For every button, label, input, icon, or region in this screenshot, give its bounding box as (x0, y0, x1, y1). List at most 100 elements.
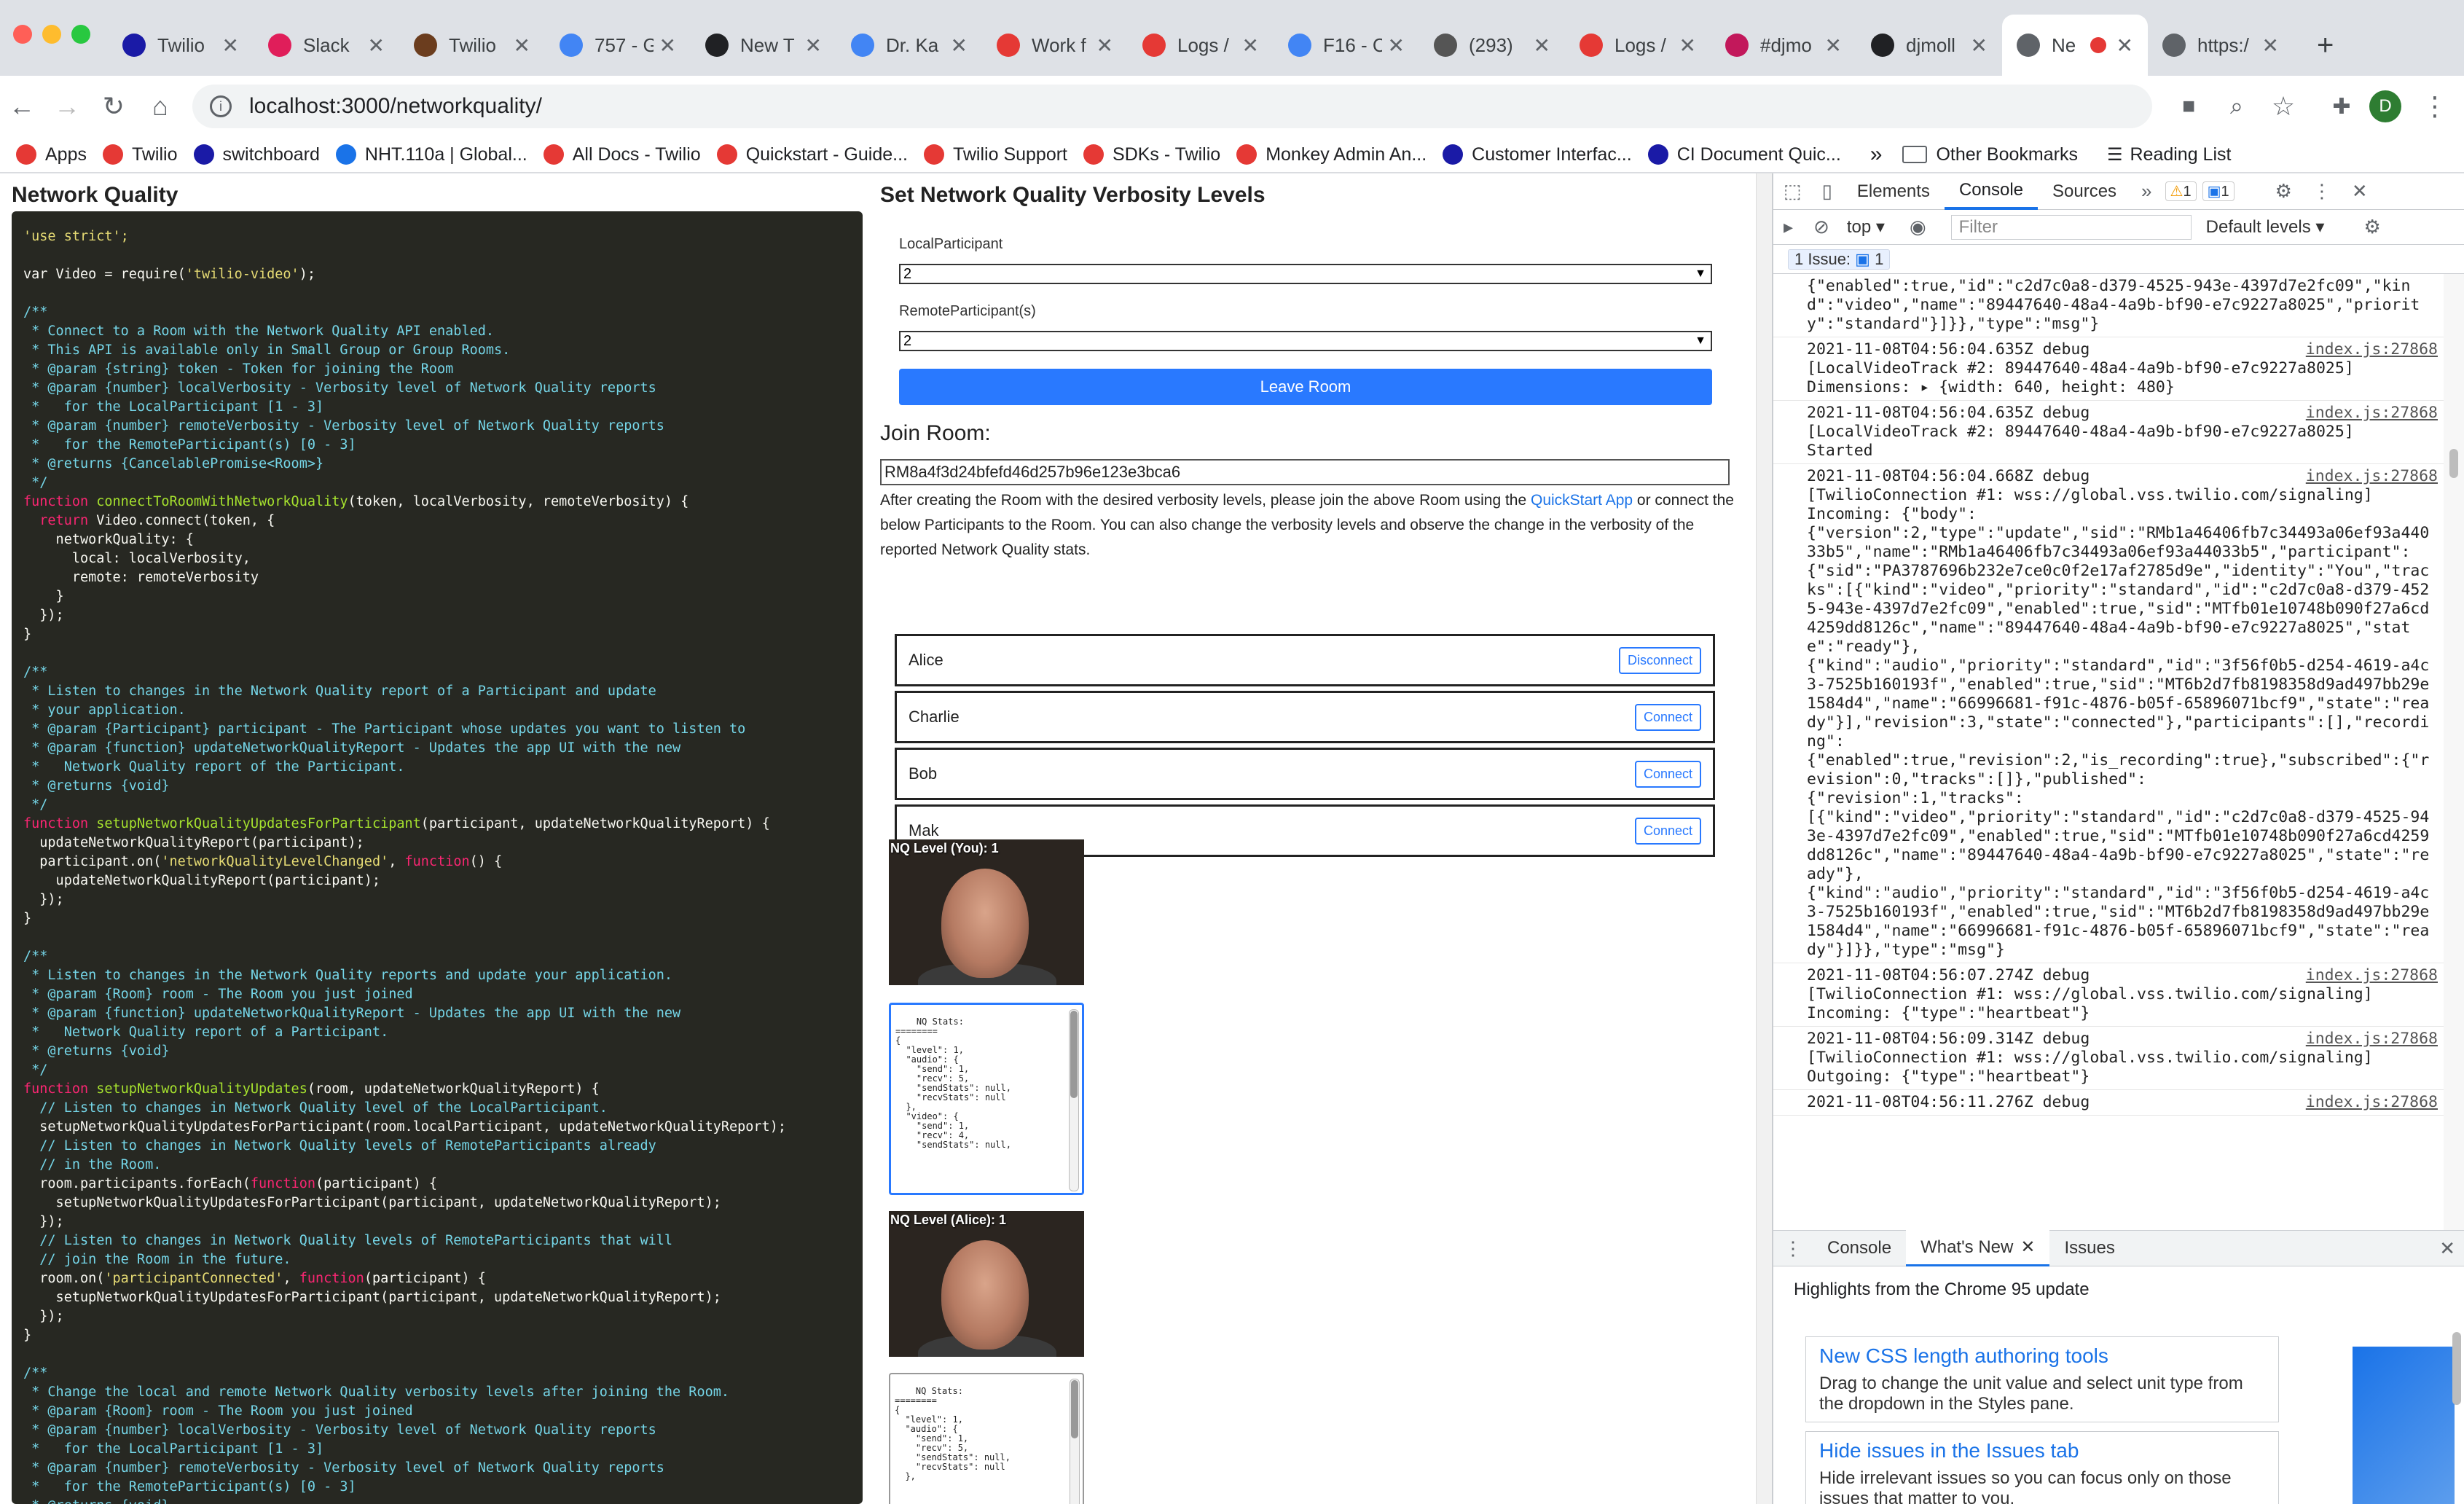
source-link[interactable]: index.js:27868 (2306, 340, 2438, 359)
warning-badge[interactable]: ⚠1 (2165, 181, 2197, 201)
tab-close-icon[interactable]: ✕ (1096, 34, 1113, 58)
source-link[interactable]: index.js:27868 (2306, 1093, 2438, 1112)
clear-console-icon[interactable]: ⊘ (1803, 216, 1840, 238)
close-window-button[interactable] (13, 25, 32, 44)
connect-button[interactable]: Connect (1634, 760, 1701, 788)
back-button[interactable]: ← (4, 89, 39, 124)
drawer-tab-whats-new[interactable]: What's New ✕ (1906, 1230, 2050, 1266)
stats-scrollbar[interactable] (1069, 1009, 1079, 1191)
tab-close-icon[interactable]: ✕ (1388, 34, 1405, 58)
camera-icon[interactable]: ■ (2171, 89, 2206, 124)
bookmark-item[interactable]: Twilio (102, 144, 178, 165)
source-link[interactable]: index.js:27868 (2306, 404, 2438, 423)
drawer-tab-console[interactable]: Console (1813, 1230, 1906, 1266)
bookmark-star-icon[interactable]: ☆ (2266, 89, 2301, 124)
log-levels-select[interactable]: Default levels ▾ (2206, 216, 2325, 238)
disconnect-button[interactable]: Disconnect (1618, 646, 1701, 674)
room-sid-field[interactable]: RM8a4f3d24bfefd46d257b96e123e3bca6 (880, 459, 1730, 485)
card-title[interactable]: New CSS length authoring tools (1819, 1344, 2265, 1368)
browser-tab[interactable]: Twilio ✕ (399, 15, 545, 76)
console-filter-input[interactable]: Filter (1950, 214, 2192, 240)
settings-gear-icon[interactable]: ⚙ (2265, 180, 2302, 203)
browser-menu-icon[interactable]: ⋮ (2417, 89, 2452, 124)
tab-console[interactable]: Console (1944, 173, 2038, 210)
extensions-icon[interactable]: ✚ (2324, 89, 2359, 124)
tab-close-icon[interactable]: ✕ (2262, 34, 2279, 58)
whats-new-scrollbar[interactable] (2451, 1325, 2463, 1504)
whats-new-card[interactable]: New CSS length authoring tools Drag to c… (1805, 1336, 2279, 1422)
maximize-window-button[interactable] (71, 25, 90, 44)
quickstart-link[interactable]: QuickStart App (1531, 492, 1633, 509)
source-link[interactable]: index.js:27868 (2306, 1030, 2438, 1049)
connect-button[interactable]: Connect (1634, 817, 1701, 845)
browser-tab[interactable]: Dr. Ka ✕ (836, 15, 982, 76)
bookmark-item[interactable]: CI Document Quic... (1647, 144, 1841, 165)
bookmark-item[interactable]: SDKs - Twilio (1083, 144, 1220, 165)
reload-button[interactable]: ↻ (96, 89, 131, 124)
bookmark-item[interactable]: Apps (16, 144, 87, 165)
tab-close-icon[interactable]: ✕ (1679, 34, 1696, 58)
browser-tab[interactable]: New T ✕ (691, 15, 836, 76)
bookmark-item[interactable]: Twilio Support (923, 144, 1067, 165)
drawer-menu-icon[interactable]: ⋮ (1773, 1237, 1813, 1260)
sidebar-toggle-icon[interactable]: ▸ (1773, 216, 1803, 238)
browser-tab[interactable]: djmoll ✕ (1856, 15, 2002, 76)
local-verbosity-select[interactable]: 2 ▼ (899, 264, 1712, 284)
bookmarks-overflow-button[interactable]: » (1870, 142, 1883, 167)
close-devtools-icon[interactable]: ✕ (2342, 180, 2378, 203)
remote-verbosity-select[interactable]: 2 ▼ (899, 331, 1712, 351)
bookmark-item[interactable]: Customer Interfac... (1443, 144, 1632, 165)
tab-close-icon[interactable]: ✕ (1971, 34, 1988, 58)
browser-tab[interactable]: Twilio ✕ (108, 15, 254, 76)
issues-chip[interactable]: 1 Issue: ▣ 1 (1788, 248, 1891, 270)
browser-tab[interactable]: #djmo ✕ (1711, 15, 1856, 76)
browser-tab[interactable]: 757 - G ✕ (545, 15, 691, 76)
context-select[interactable]: top ▾ (1847, 216, 1885, 238)
bookmark-item[interactable]: Quickstart - Guide... (716, 144, 908, 165)
nq-stats-box[interactable]: NQ Stats: ======== { "level": 1, "audio"… (889, 1003, 1084, 1195)
address-bar[interactable]: i localhost:3000/networkquality/ (192, 85, 2152, 128)
source-link[interactable]: index.js:27868 (2306, 966, 2438, 985)
drawer-tab-issues[interactable]: Issues (2049, 1230, 2129, 1266)
tab-elements[interactable]: Elements (1843, 173, 1945, 210)
tab-sources[interactable]: Sources (2038, 173, 2131, 210)
tab-close-icon[interactable]: ✕ (1242, 34, 1259, 58)
info-badge[interactable]: ▣1 (2202, 181, 2235, 201)
devtools-menu-icon[interactable]: ⋮ (2302, 180, 2342, 203)
bookmark-item[interactable]: NHT.110a | Global... (335, 144, 527, 165)
tab-close-icon[interactable]: ✕ (514, 34, 530, 58)
bookmark-item[interactable]: switchboard (193, 144, 320, 165)
minimize-window-button[interactable] (42, 25, 61, 44)
close-drawer-icon[interactable]: ✕ (2429, 1237, 2464, 1260)
inspect-icon[interactable]: ⬚ (1773, 180, 1812, 203)
bookmark-item[interactable]: All Docs - Twilio (543, 144, 701, 165)
device-toolbar-icon[interactable]: ▯ (1812, 180, 1843, 203)
more-tabs-button[interactable]: » (2131, 180, 2162, 203)
card-title[interactable]: Hide issues in the Issues tab (1819, 1439, 2265, 1462)
browser-tab[interactable]: Logs / ✕ (1128, 15, 1274, 76)
browser-tab[interactable]: Slack ✕ (254, 15, 399, 76)
live-expression-eye-icon[interactable]: ◉ (1899, 216, 1937, 238)
tab-close-icon[interactable]: ✕ (659, 34, 676, 58)
other-bookmarks[interactable]: Other Bookmarks (1902, 144, 2078, 165)
whats-new-card[interactable]: Hide issues in the Issues tab Hide irrel… (1805, 1431, 2279, 1504)
reading-list[interactable]: ☰ Reading List (2107, 144, 2232, 165)
connect-button[interactable]: Connect (1634, 703, 1701, 731)
profile-avatar[interactable]: D (2368, 89, 2403, 124)
tab-close-icon[interactable]: ✕ (222, 34, 239, 58)
tab-close-icon[interactable]: ✕ (1825, 34, 1842, 58)
issues-bar[interactable]: 1 Issue: ▣ 1 (1773, 245, 2464, 274)
tab-close-icon[interactable]: ✕ (2116, 34, 2133, 58)
tab-close-icon[interactable]: ✕ (951, 34, 968, 58)
browser-tab[interactable]: F16 - C ✕ (1274, 15, 1419, 76)
browser-tab[interactable]: (293) ✕ (1419, 15, 1565, 76)
stats-scrollbar[interactable] (1070, 1379, 1080, 1504)
new-tab-button[interactable]: + (2302, 15, 2346, 76)
tab-close-icon[interactable]: ✕ (1534, 34, 1550, 58)
site-info-icon[interactable]: i (210, 95, 232, 117)
browser-tab[interactable]: Work f ✕ (982, 15, 1128, 76)
tab-close-icon[interactable]: ✕ (805, 34, 822, 58)
forward-button[interactable]: → (50, 89, 85, 124)
page-scrollbar[interactable] (1756, 173, 1772, 1504)
leave-room-button[interactable]: Leave Room (899, 369, 1712, 405)
